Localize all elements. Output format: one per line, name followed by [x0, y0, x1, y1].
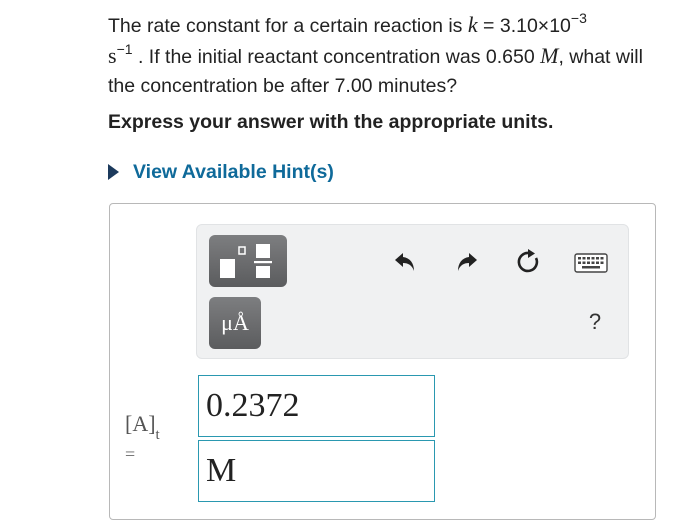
question-part2: = 3.10×10	[477, 15, 571, 37]
answer-unit-field[interactable]: M	[198, 440, 435, 502]
view-hints-link[interactable]: View Available Hint(s)	[108, 159, 334, 185]
instruction-text: Express your answer with the appropriate…	[108, 111, 554, 133]
templates-icon	[220, 244, 272, 278]
units-label: μÅ	[221, 310, 249, 335]
equals-sign: =	[125, 444, 136, 464]
units-button[interactable]: μÅ	[209, 297, 261, 349]
hint-label: View Available Hint(s)	[133, 160, 334, 183]
expand-triangle-icon	[108, 164, 119, 180]
question-part3: . If the initial reactant concentration …	[132, 46, 541, 68]
variable-label: [A]t	[125, 411, 160, 444]
reset-icon[interactable]	[516, 249, 542, 275]
variable-name: [A]	[125, 411, 156, 436]
k-symbol: k	[467, 12, 478, 37]
answer-value-field[interactable]: 0.2372	[198, 375, 435, 437]
s-exponent: −1	[116, 40, 133, 57]
help-button[interactable]: ?	[582, 309, 608, 335]
redo-icon[interactable]	[454, 249, 480, 275]
keyboard-icon[interactable]	[574, 253, 608, 273]
variable-subscript: t	[155, 427, 160, 444]
rate-exponent: −3	[570, 9, 587, 26]
question-part1: The rate constant for a certain reaction…	[108, 15, 468, 37]
m-symbol: M	[540, 43, 559, 68]
s-unit: s	[108, 43, 117, 68]
templates-button[interactable]	[209, 235, 287, 287]
undo-icon[interactable]	[392, 249, 418, 275]
question-text: The rate constant for a certain reaction…	[108, 10, 668, 101]
